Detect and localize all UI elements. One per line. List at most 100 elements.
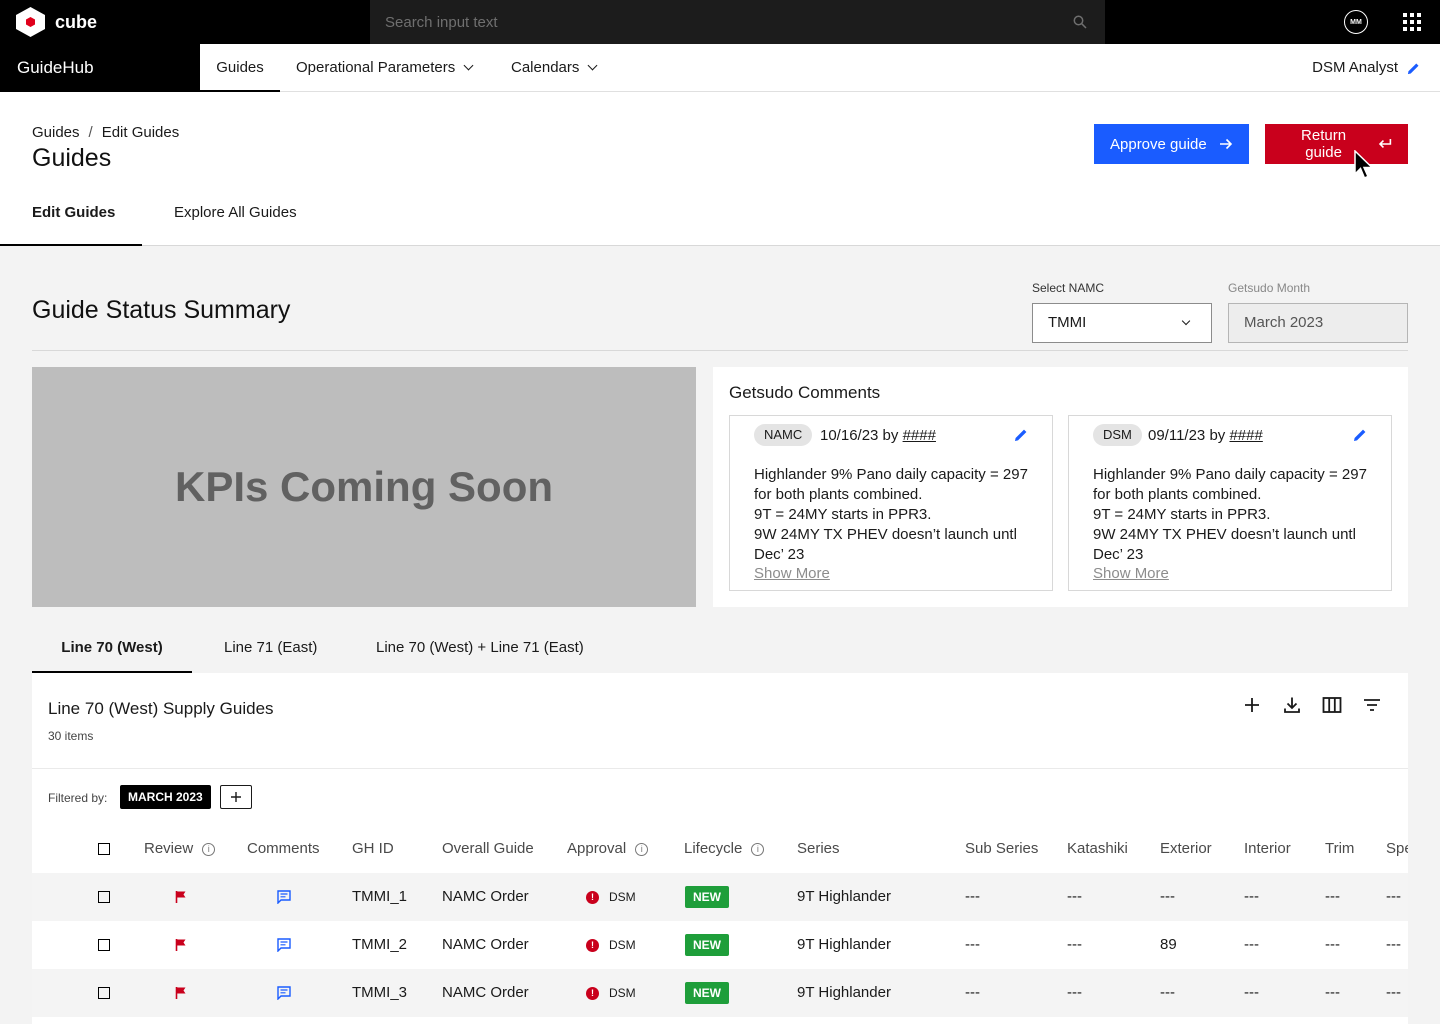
comment-author-link[interactable]: #### [903, 427, 936, 444]
namc-select[interactable]: TMMI [1032, 303, 1212, 343]
cell-overall-guide: NAMC Order [442, 984, 529, 1001]
column-header-katashiki[interactable]: Katashiki [1067, 825, 1128, 873]
pencil-icon[interactable] [1407, 62, 1420, 75]
chevron-down-icon [1181, 316, 1191, 326]
cell-sub-series: --- [965, 936, 980, 953]
comment-meta: 09/11/23 by #### [1148, 427, 1263, 444]
show-more-link[interactable]: Show More [1093, 565, 1169, 582]
comment-body: Highlander 9% Pano daily capacity = 297 … [754, 465, 1039, 565]
nav-item-label: Guides [216, 59, 264, 76]
logo-text: cube [55, 11, 98, 32]
return-guide-button[interactable]: Return guide [1265, 124, 1408, 164]
getsudo-month-field: March 2023 [1228, 303, 1408, 343]
pencil-icon[interactable] [1353, 428, 1367, 442]
row-checkbox[interactable] [98, 987, 110, 999]
column-header-gh-id[interactable]: GH ID [352, 825, 394, 873]
column-header-lifecycle[interactable]: Lifecycle i [684, 825, 765, 873]
table-row[interactable]: TMMI_1 NAMC Order ! DSM NEW 9T Highlander… [32, 873, 1408, 921]
comment-author-link[interactable]: #### [1229, 427, 1262, 444]
flag-icon[interactable] [175, 986, 187, 1000]
breadcrumb-item-guides[interactable]: Guides [32, 124, 80, 141]
filter-icon[interactable] [1362, 695, 1382, 715]
info-icon[interactable]: i [635, 843, 649, 856]
column-header-approval[interactable]: Approval i [567, 825, 649, 873]
column-header-interior[interactable]: Interior [1244, 825, 1291, 873]
column-header-comments[interactable]: Comments [247, 825, 320, 873]
app-switcher-icon[interactable] [1403, 13, 1421, 31]
column-header-trim[interactable]: Trim [1325, 825, 1354, 873]
columns-icon[interactable] [1322, 695, 1342, 715]
cell-sub-series: --- [965, 888, 980, 905]
tab-line-70-west[interactable]: Line 70 (West) [32, 632, 192, 673]
add-filter-button[interactable] [220, 785, 252, 809]
mouse-cursor-icon [1354, 150, 1374, 179]
cell-katashiki: --- [1067, 888, 1082, 905]
comment-icon[interactable] [277, 890, 291, 904]
info-icon[interactable]: i [751, 843, 765, 856]
alert-icon: ! [586, 890, 599, 904]
approval-value: DSM [609, 890, 636, 904]
comment-line: 9W 24MY TX PHEV doesn’t launch untl [1093, 526, 1356, 543]
user-avatar[interactable]: MM [1344, 10, 1368, 34]
add-icon[interactable] [1242, 695, 1262, 715]
comment-line: 9T = 24MY starts in PPR3. [754, 506, 932, 523]
filter-chip[interactable]: MARCH 2023 [120, 785, 211, 809]
column-header-sub-series[interactable]: Sub Series [965, 825, 1038, 873]
tab-line-71-east[interactable]: Line 71 (East) [224, 632, 317, 673]
flag-icon[interactable] [175, 938, 187, 952]
global-search[interactable] [370, 0, 1105, 44]
plus-icon [231, 792, 241, 802]
nav-item-operational-parameters[interactable]: Operational Parameters [296, 44, 474, 92]
row-checkbox[interactable] [98, 891, 110, 903]
column-header-review[interactable]: Review i [144, 825, 216, 873]
breadcrumb-item-edit-guides[interactable]: Edit Guides [102, 124, 180, 141]
cell-approval: ! DSM [586, 873, 636, 921]
column-header-spec[interactable]: Spe [1386, 825, 1408, 873]
search-input[interactable] [370, 0, 1105, 44]
table-divider [32, 768, 1408, 769]
cell-gh-id: TMMI_2 [352, 936, 408, 953]
tab-edit-guides[interactable]: Edit Guides [0, 200, 142, 246]
column-header-exterior[interactable]: Exterior [1160, 825, 1212, 873]
row-checkbox[interactable] [98, 939, 110, 951]
column-header-label: Lifecycle [684, 840, 743, 857]
cell-overall-guide: NAMC Order [442, 936, 529, 953]
namc-label: Select NAMC [1032, 281, 1105, 295]
search-icon[interactable] [1073, 15, 1087, 29]
flag-icon[interactable] [175, 890, 187, 904]
comment-icon[interactable] [277, 938, 291, 952]
kpi-placeholder: KPIs Coming Soon [32, 367, 696, 607]
cell-exterior: --- [1160, 888, 1175, 905]
nav-item-calendars[interactable]: Calendars [511, 44, 598, 92]
top-bar: cube MM [0, 0, 1440, 44]
table-row[interactable]: TMMI_3 NAMC Order ! DSM NEW 9T Highlander… [32, 969, 1408, 1017]
page-title: Guides [32, 144, 112, 172]
section-divider [32, 350, 1408, 351]
breadcrumb-separator: / [88, 124, 93, 141]
comment-line: Highlander 9% Pano daily capacity = 297 [754, 466, 1028, 483]
nav-item-label: Operational Parameters [296, 59, 456, 76]
approve-guide-button[interactable]: Approve guide [1094, 124, 1249, 164]
tab-explore-all-guides[interactable]: Explore All Guides [174, 200, 297, 246]
app-logo[interactable]: cube [16, 7, 97, 37]
product-name[interactable]: GuideHub [0, 44, 200, 92]
section-title: Guide Status Summary [32, 296, 291, 324]
role-selector[interactable]: DSM Analyst [1312, 44, 1420, 92]
item-count: 30 items [48, 729, 94, 743]
download-icon[interactable] [1282, 695, 1302, 715]
alert-icon: ! [586, 986, 599, 1000]
cell-trim: --- [1325, 888, 1340, 905]
pencil-icon[interactable] [1014, 428, 1028, 442]
info-icon[interactable]: i [202, 843, 216, 856]
tab-line-70-71-combined[interactable]: Line 70 (West) + Line 71 (East) [376, 632, 584, 673]
approve-guide-label: Approve guide [1110, 135, 1207, 153]
column-header-overall-guide[interactable]: Overall Guide [442, 825, 534, 873]
arrow-right-icon [1219, 138, 1232, 150]
select-all-checkbox[interactable] [98, 843, 110, 855]
comment-line: 9W 24MY TX PHEV doesn’t launch untl [754, 526, 1017, 543]
column-header-series[interactable]: Series [797, 825, 840, 873]
nav-item-guides[interactable]: Guides [200, 44, 280, 92]
show-more-link[interactable]: Show More [754, 565, 830, 582]
comment-icon[interactable] [277, 986, 291, 1000]
table-row[interactable]: TMMI_2 NAMC Order ! DSM NEW 9T Highlander… [32, 921, 1408, 969]
